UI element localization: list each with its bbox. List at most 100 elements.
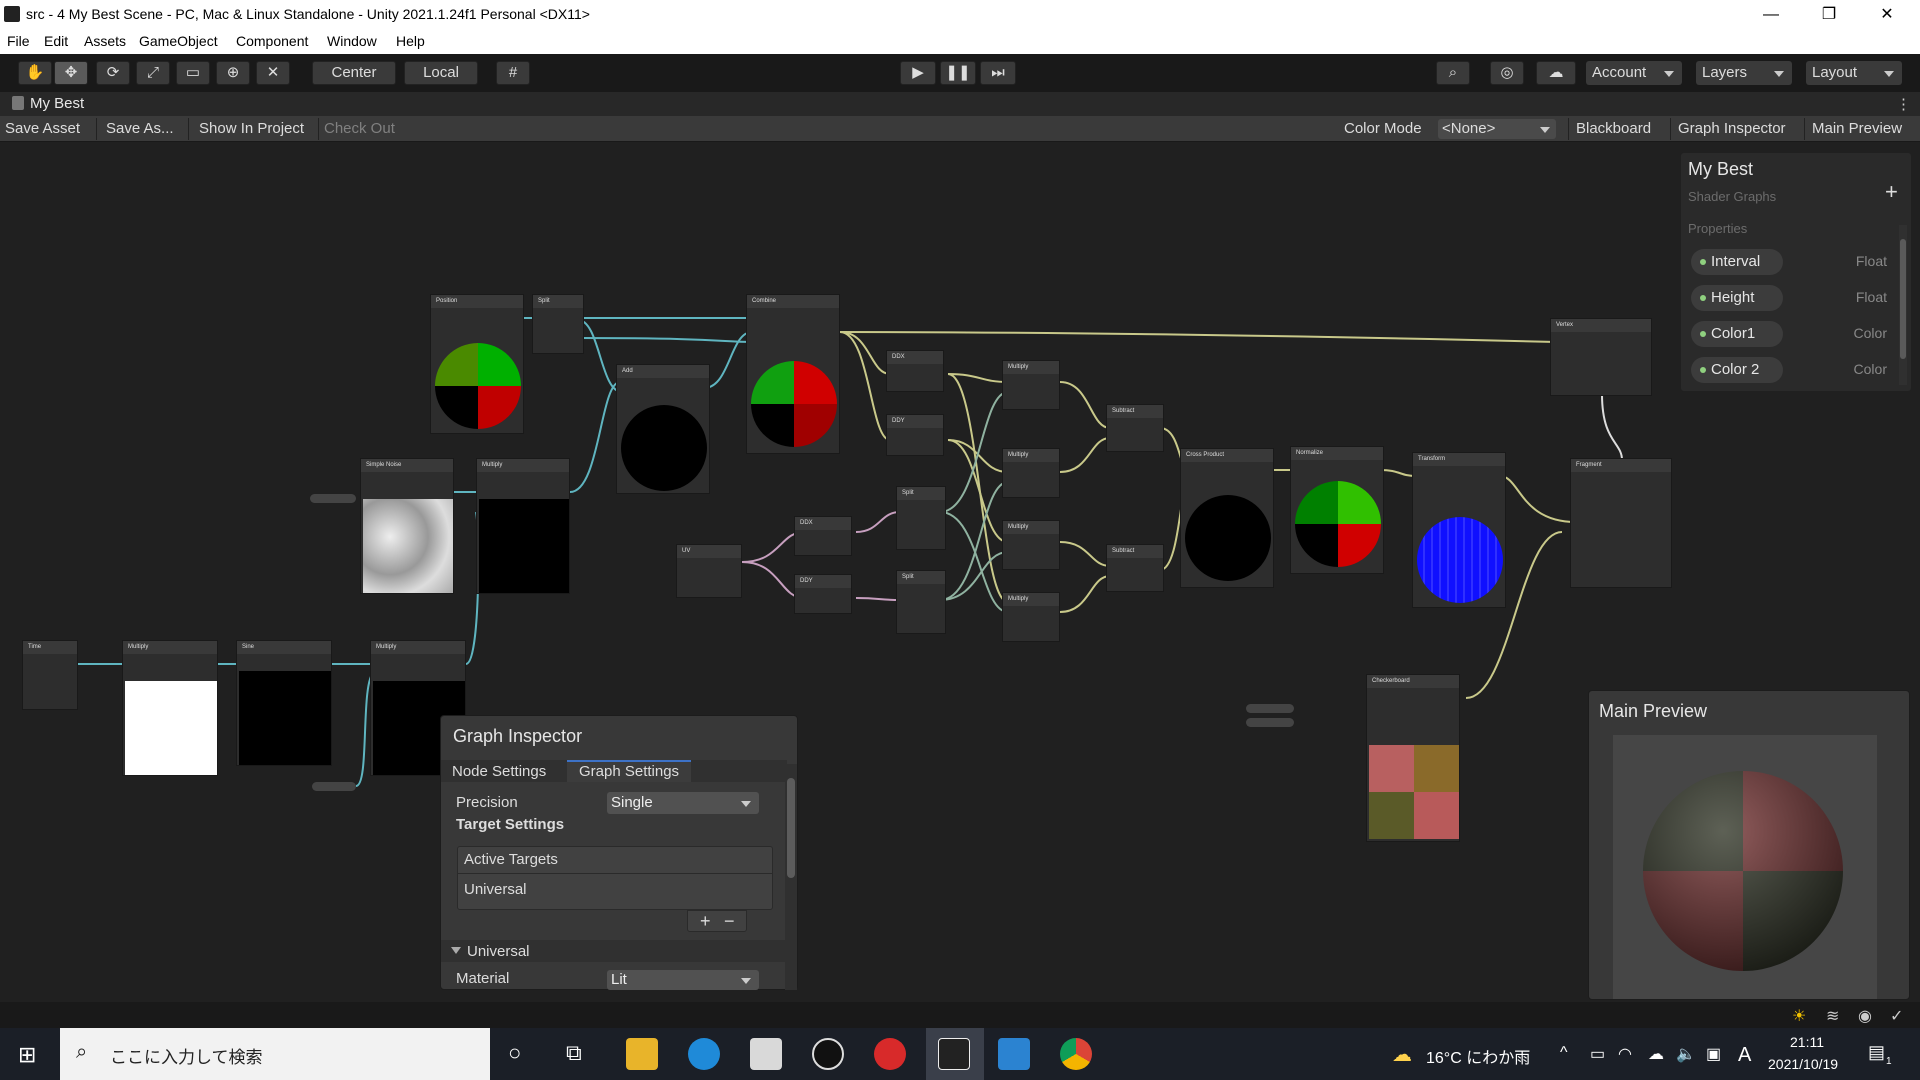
main-preview-toggle[interactable]: Main Preview xyxy=(1812,120,1902,137)
pivot-center-button[interactable]: Center xyxy=(312,61,396,85)
universal-section-header[interactable]: Universal xyxy=(441,940,787,962)
tab-title[interactable]: My Best xyxy=(30,95,84,112)
menu-window[interactable]: Window xyxy=(327,33,377,49)
color2-property-pill[interactable] xyxy=(1246,718,1294,727)
cortana-icon[interactable]: ○ xyxy=(508,1040,521,1066)
network-icon[interactable]: ☁ xyxy=(1648,1044,1664,1064)
task-view-icon[interactable]: ⧉ xyxy=(566,1040,582,1066)
store-icon[interactable] xyxy=(750,1038,782,1070)
clock-date[interactable]: 2021/10/19 xyxy=(1768,1056,1838,1072)
layers-dropdown[interactable]: Layers xyxy=(1696,61,1792,85)
simple-noise-node[interactable]: Simple Noise xyxy=(360,458,454,594)
split-node[interactable]: Split xyxy=(532,294,584,354)
target-item-universal[interactable]: Universal xyxy=(464,881,527,898)
show-in-project-button[interactable]: Show In Project xyxy=(199,120,304,137)
color1-property-pill[interactable] xyxy=(1246,704,1294,713)
add-property-button[interactable]: + xyxy=(1885,179,1898,205)
step-button[interactable]: ⏭ xyxy=(980,61,1016,85)
save-asset-button[interactable]: Save Asset xyxy=(5,120,80,137)
scrollbar-thumb[interactable] xyxy=(787,778,795,878)
vscode-icon[interactable] xyxy=(998,1038,1030,1070)
uv-node[interactable]: UV xyxy=(676,544,742,598)
lighting-icon[interactable]: ☀ xyxy=(1792,1006,1806,1026)
checkerboard-node[interactable]: Checkerboard xyxy=(1366,674,1460,842)
clock-time[interactable]: 21:11 xyxy=(1790,1034,1824,1050)
fragment-master-node[interactable]: Fragment xyxy=(1570,458,1672,588)
color-mode-dropdown[interactable]: <None> xyxy=(1438,119,1556,139)
property-height[interactable]: Height xyxy=(1691,285,1783,311)
pause-button[interactable]: ❚❚ xyxy=(940,61,976,85)
precision-dropdown[interactable]: Single xyxy=(607,792,759,814)
blackboard-scrollbar[interactable] xyxy=(1899,225,1907,385)
inspector-scrollbar[interactable] xyxy=(785,764,797,990)
menu-help[interactable]: Help xyxy=(396,33,425,49)
subtract-node-2[interactable]: Subtract xyxy=(1106,544,1164,592)
multiply-node[interactable]: Multiply xyxy=(476,458,570,594)
taskbar-search[interactable]: ⌕ ここに入力して検索 xyxy=(60,1028,490,1080)
preview-viewport[interactable] xyxy=(1613,735,1877,999)
collab-status-icon[interactable]: ◉ xyxy=(1858,1006,1872,1026)
subtract-node[interactable]: Subtract xyxy=(1106,404,1164,452)
pivot-local-button[interactable]: Local xyxy=(404,61,478,85)
move-tool-icon[interactable]: ✥ xyxy=(54,61,88,85)
multiply-node-5[interactable]: Multiply xyxy=(1002,592,1060,642)
menu-assets[interactable]: Assets xyxy=(84,33,126,49)
hand-tool-icon[interactable]: ✋ xyxy=(18,61,52,85)
normalize-node[interactable]: Normalize xyxy=(1290,446,1384,574)
ime-mode-icon[interactable]: ▣ xyxy=(1706,1044,1721,1064)
unreal-icon[interactable] xyxy=(812,1038,844,1070)
restore-button[interactable]: ❐ xyxy=(1800,0,1858,30)
security-app-icon[interactable] xyxy=(874,1038,906,1070)
tab-node-settings[interactable]: Node Settings xyxy=(452,763,546,780)
wifi-icon[interactable]: ◠ xyxy=(1618,1044,1632,1064)
battery-icon[interactable]: ▭ xyxy=(1590,1044,1605,1064)
weather-text[interactable]: 16°C にわか雨 xyxy=(1426,1044,1530,1068)
scale-tool-icon[interactable]: ⤢ xyxy=(136,61,170,85)
rotate-tool-icon[interactable]: ⟳ xyxy=(96,61,130,85)
cross-product-node[interactable]: Cross Product xyxy=(1180,448,1274,588)
chrome-icon[interactable] xyxy=(1060,1038,1092,1070)
menu-component[interactable]: Component xyxy=(236,33,308,49)
material-dropdown[interactable]: Lit xyxy=(607,970,759,990)
layout-dropdown[interactable]: Layout xyxy=(1806,61,1902,85)
time-node[interactable]: Time xyxy=(22,640,78,710)
ddy-node-2[interactable]: DDY xyxy=(886,414,944,456)
account-dropdown[interactable]: Account xyxy=(1586,61,1682,85)
ddx-node[interactable]: DDX xyxy=(794,516,852,556)
menu-file[interactable]: File xyxy=(7,33,30,49)
cache-icon[interactable]: ≋ xyxy=(1826,1006,1839,1026)
tab-graph-settings[interactable]: Graph Settings xyxy=(579,763,679,780)
chevron-up-icon[interactable]: ^ xyxy=(1560,1044,1568,1062)
blackboard-toggle[interactable]: Blackboard xyxy=(1576,120,1651,137)
ddx-node-2[interactable]: DDX xyxy=(886,350,944,392)
minimize-button[interactable]: — xyxy=(1742,0,1800,30)
rect-tool-icon[interactable]: ▭ xyxy=(176,61,210,85)
multiply-node-4[interactable]: Multiply xyxy=(1002,520,1060,570)
split-node-2[interactable]: Split xyxy=(896,486,946,550)
property-color2[interactable]: Color 2 xyxy=(1691,357,1783,383)
save-as-button[interactable]: Save As... xyxy=(106,120,174,137)
multiply-node-time[interactable]: Multiply xyxy=(122,640,218,776)
height-property-pill[interactable] xyxy=(312,782,356,791)
split-node-3[interactable]: Split xyxy=(896,570,946,634)
transform-node[interactable]: Transform xyxy=(1412,452,1506,608)
custom-tool-icon[interactable]: ✕ xyxy=(256,61,290,85)
property-color1[interactable]: Color1 xyxy=(1691,321,1783,347)
add-target-button[interactable]: + xyxy=(700,911,711,932)
property-interval[interactable]: Interval xyxy=(1691,249,1783,275)
interval-property-pill[interactable] xyxy=(310,494,356,503)
graph-inspector-toggle[interactable]: Graph Inspector xyxy=(1678,120,1786,137)
play-button[interactable]: ▶ xyxy=(900,61,936,85)
combine-node[interactable]: Combine xyxy=(746,294,840,454)
grid-snap-icon[interactable]: # xyxy=(496,61,530,85)
search-icon[interactable]: ⌕ xyxy=(1436,61,1470,85)
unity-taskbar-icon[interactable] xyxy=(938,1038,970,1070)
menu-edit[interactable]: Edit xyxy=(44,33,68,49)
ime-indicator[interactable]: A xyxy=(1738,1044,1751,1067)
volume-icon[interactable]: 🔈 xyxy=(1676,1044,1696,1064)
transform-tool-icon[interactable]: ⊕ xyxy=(216,61,250,85)
collab-icon[interactable]: ◎ xyxy=(1490,61,1524,85)
notification-icon[interactable]: ▤ xyxy=(1868,1042,1885,1063)
file-explorer-icon[interactable] xyxy=(626,1038,658,1070)
sine-node[interactable]: Sine xyxy=(236,640,332,766)
